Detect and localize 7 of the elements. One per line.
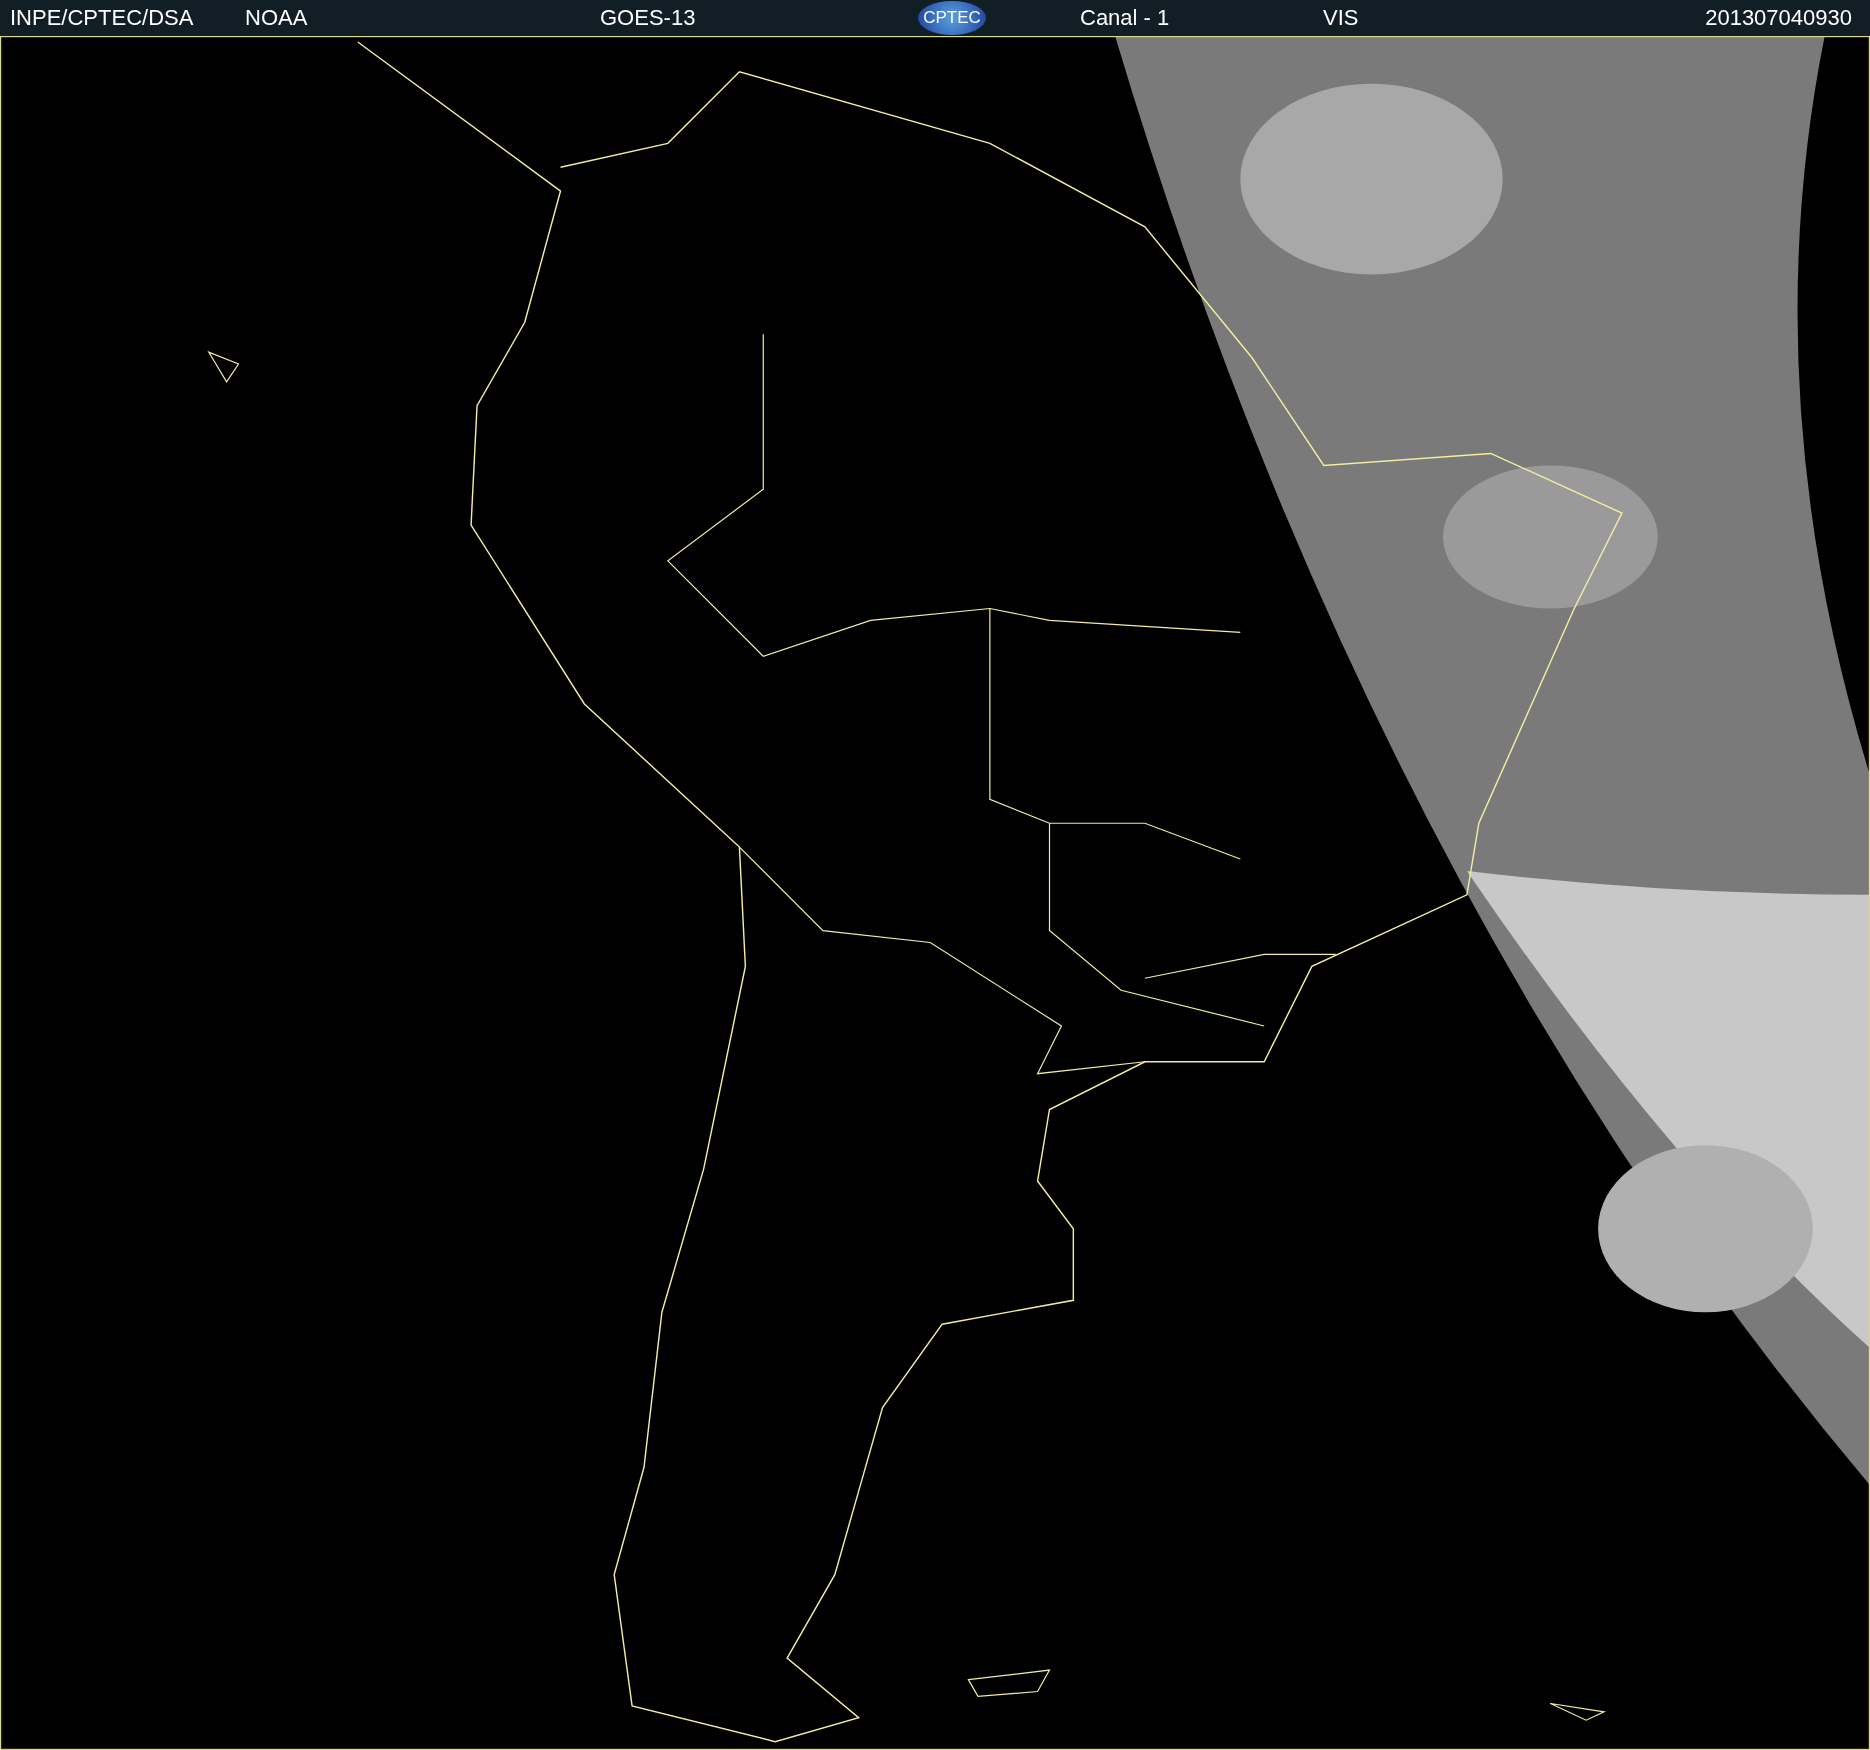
band-label: VIS (1323, 4, 1359, 32)
satellite-label: GOES-13 (600, 4, 696, 32)
channel-label: Canal - 1 (1080, 4, 1170, 32)
agency-logo: CPTEC (918, 1, 986, 35)
timestamp-label: 201307040930 (1705, 4, 1852, 32)
agency-label: INPE/CPTEC/DSA (10, 4, 194, 32)
source-label: NOAA (245, 4, 308, 32)
